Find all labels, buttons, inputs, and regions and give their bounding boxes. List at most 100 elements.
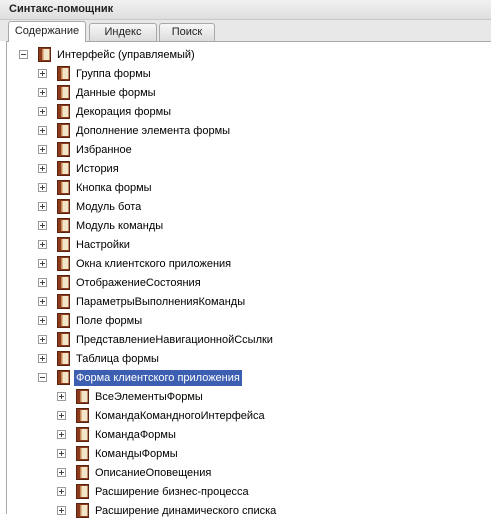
plus-box-icon[interactable] [38,278,47,287]
tree-item-label: Данные формы [76,87,156,99]
tree-item[interactable]: Поле формы [7,312,487,331]
book-icon [57,142,70,157]
tree-item[interactable]: Модуль бота [7,198,487,217]
tree-child-item-label: КомандаКомандногоИнтерфейса [95,410,265,422]
book-icon [57,275,70,290]
tree-item[interactable]: Группа формы [7,65,487,84]
plus-box-icon[interactable] [57,487,66,496]
plus-box-icon[interactable] [38,202,47,211]
plus-box-icon[interactable] [38,259,47,268]
tree-child-item[interactable]: Расширение динамического списка [7,502,487,521]
plus-box-icon[interactable] [57,430,66,439]
tree-child-item-label: Расширение бизнес-процесса [95,486,249,498]
book-icon [57,123,70,138]
tree-item-label: ОтображениеСостояния [76,277,201,289]
plus-box-icon[interactable] [38,69,47,78]
tree-item[interactable]: Кнопка формы [7,179,487,198]
plus-box-icon[interactable] [38,297,47,306]
plus-box-icon[interactable] [57,468,66,477]
book-icon [76,465,89,480]
plus-box-icon[interactable] [38,107,47,116]
book-icon [57,294,70,309]
window-titlebar: Синтакс-помощник [0,0,491,20]
book-icon [38,47,51,62]
window-title: Синтакс-помощник [9,3,114,15]
contents-tree[interactable]: Интерфейс (управляемый) Группа формы Данн… [6,41,491,518]
book-icon [76,389,89,404]
plus-box-icon[interactable] [38,335,47,344]
tree-item[interactable]: ПараметрыВыполненияКоманды [7,293,487,312]
tree-child-item[interactable]: Расширение бизнес-процесса [7,483,487,502]
tree-item-label: Таблица формы [76,353,159,365]
book-icon [76,503,89,518]
tree-item[interactable]: ОтображениеСостояния [7,274,487,293]
tree-item-label: Модуль бота [76,201,142,213]
tree-item[interactable]: ПредставлениеНавигационнойСсылки [7,331,487,350]
book-icon [57,104,70,119]
tree-item[interactable]: Декорация формы [7,103,487,122]
tree-item-label: ПараметрыВыполненияКоманды [76,296,246,308]
plus-box-icon[interactable] [38,183,47,192]
tree-item-label: Поле формы [76,315,143,327]
tree-item[interactable]: Данные формы [7,84,487,103]
plus-box-icon[interactable] [57,392,66,401]
tree-child-item[interactable]: КомандаФормы [7,426,487,445]
tree-child-item[interactable]: ОписаниеОповещения [7,464,487,483]
tree-item-label: Группа формы [76,68,151,80]
tree-root[interactable]: Интерфейс (управляемый) [7,46,487,65]
book-icon [57,218,70,233]
plus-box-icon[interactable] [38,354,47,363]
minus-box-icon[interactable] [38,373,47,382]
tree-child-item-label: КомандаФормы [95,429,176,441]
tab-contents[interactable]: Содержание [8,21,86,42]
book-icon [57,351,70,366]
tree-item[interactable]: Модуль команды [7,217,487,236]
book-icon [57,256,70,271]
plus-box-icon[interactable] [57,449,66,458]
tab-strip: Содержание Индекс Поиск [0,20,491,42]
book-icon [57,66,70,81]
tree-item[interactable]: Избранное [7,141,487,160]
tree-item[interactable]: Дополнение элемента формы [7,122,487,141]
tree-item-label: Кнопка формы [76,182,152,194]
tree-item-label: Декорация формы [76,106,172,118]
tree-item[interactable]: Настройки [7,236,487,255]
tree-item[interactable]: Форма клиентского приложения [7,369,487,388]
plus-box-icon[interactable] [38,126,47,135]
tree-item-label: Окна клиентского приложения [76,258,232,270]
book-icon [76,427,89,442]
tree-item-label: Форма клиентского приложения [74,370,242,386]
tab-index[interactable]: Индекс [89,23,157,41]
book-icon [57,313,70,328]
tree-child-item[interactable]: КомандыФормы [7,445,487,464]
minus-box-icon[interactable] [19,50,28,59]
tree-root-label: Интерфейс (управляемый) [57,49,195,61]
tree-child-item-label: ВсеЭлементыФормы [95,391,203,403]
tree-item[interactable]: Таблица формы [7,350,487,369]
plus-box-icon[interactable] [38,316,47,325]
book-icon [57,180,70,195]
book-icon [76,408,89,423]
book-icon [57,332,70,347]
tree-child-item[interactable]: ВсеЭлементыФормы [7,388,487,407]
tree-child-item-label: Расширение динамического списка [95,505,277,517]
tree-item-label: ПредставлениеНавигационнойСсылки [76,334,273,346]
tree-child-item-label: КомандыФормы [95,448,178,460]
plus-box-icon[interactable] [38,221,47,230]
tree-item[interactable]: Окна клиентского приложения [7,255,487,274]
tree-item-label: Модуль команды [76,220,164,232]
tree-item[interactable]: История [7,160,487,179]
tree-item-label: Дополнение элемента формы [76,125,231,137]
plus-box-icon[interactable] [38,88,47,97]
tree-child-item[interactable]: КомандаКомандногоИнтерфейса [7,407,487,426]
plus-box-icon[interactable] [38,164,47,173]
tree-item-label: История [76,163,119,175]
plus-box-icon[interactable] [38,240,47,249]
book-icon [57,161,70,176]
tree-item-label: Настройки [76,239,130,251]
tab-search[interactable]: Поиск [159,23,215,41]
plus-box-icon[interactable] [38,145,47,154]
tree-item-label: Избранное [76,144,132,156]
book-icon [57,237,70,252]
plus-box-icon[interactable] [57,411,66,420]
